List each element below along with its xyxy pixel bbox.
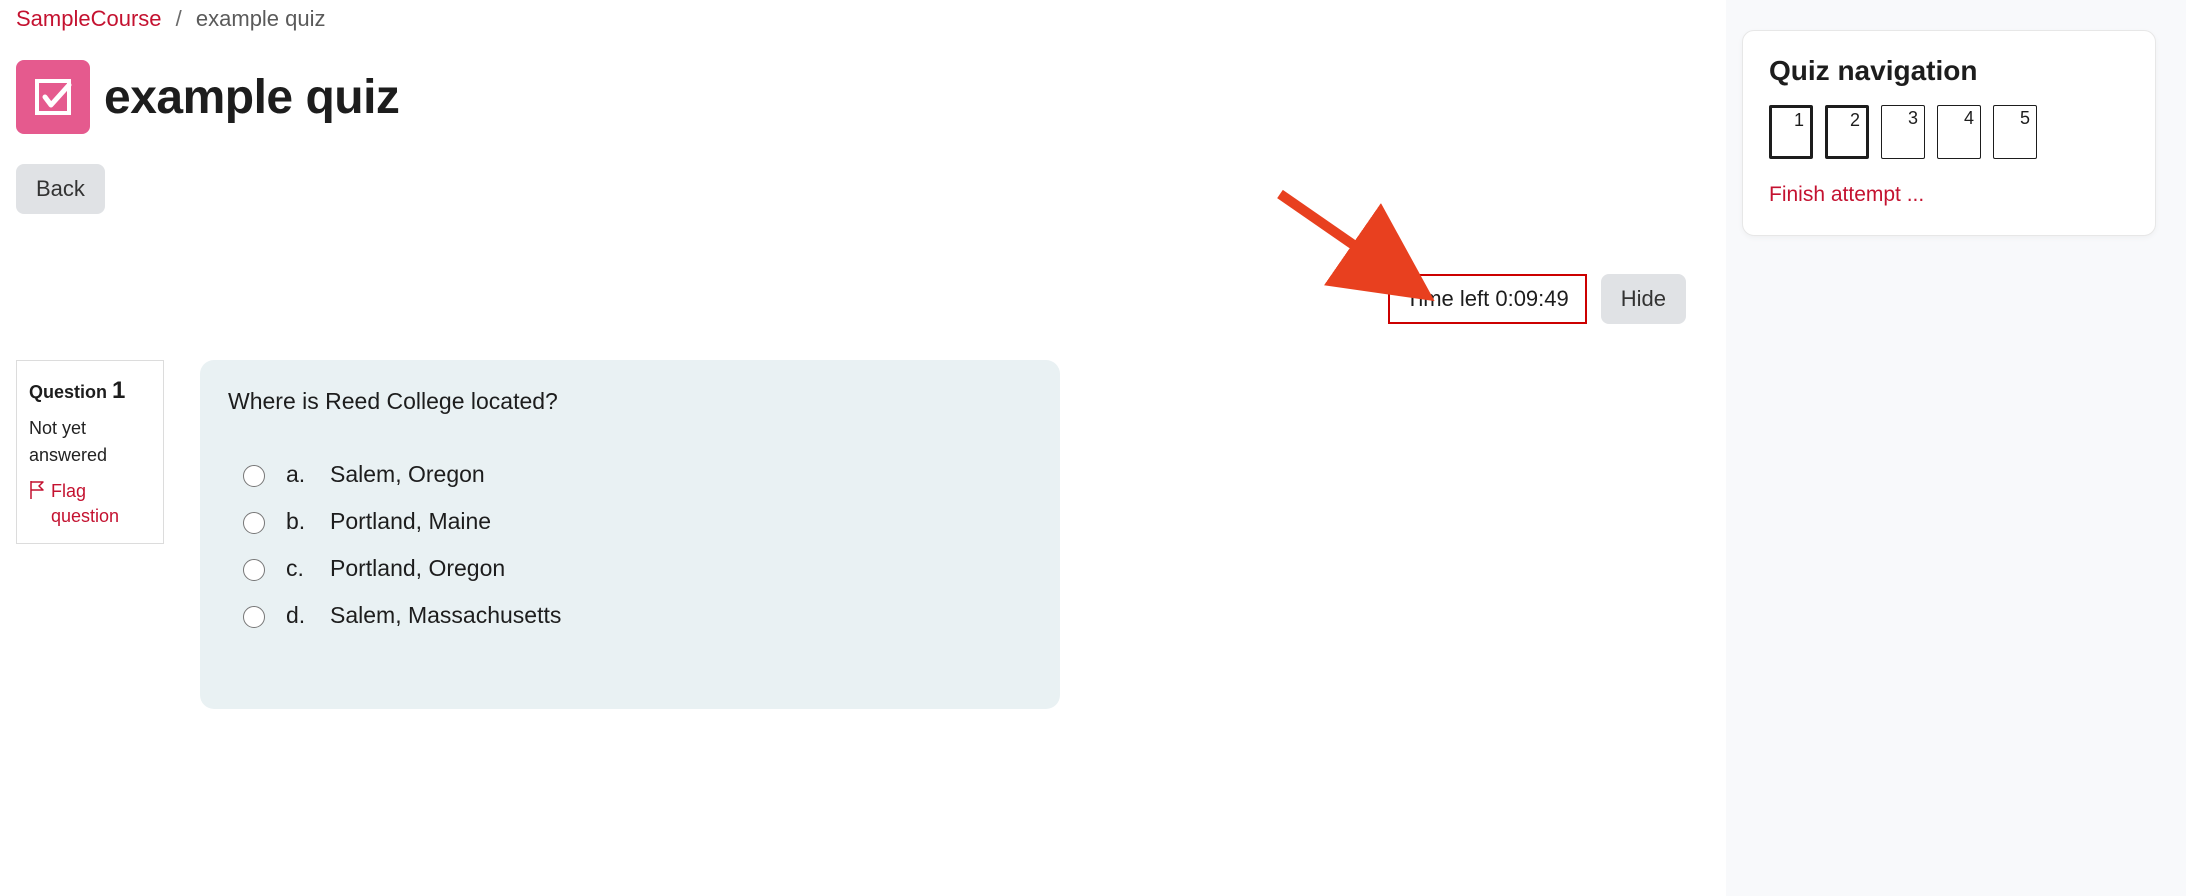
flag-icon bbox=[29, 481, 45, 499]
answer-text: Salem, Oregon bbox=[330, 461, 485, 488]
finish-attempt-link[interactable]: Finish attempt ... bbox=[1769, 183, 1924, 207]
hide-timer-button[interactable]: Hide bbox=[1601, 274, 1686, 324]
quiz-nav-button-1[interactable]: 1 bbox=[1769, 105, 1813, 159]
question-word: Question bbox=[29, 382, 107, 402]
answer-letter: a. bbox=[286, 461, 312, 488]
flag-question-label: Flag question bbox=[51, 479, 151, 529]
breadcrumb: SampleCourse / example quiz bbox=[16, 0, 1710, 42]
breadcrumb-course-link[interactable]: SampleCourse bbox=[16, 6, 162, 31]
answer-letter: b. bbox=[286, 508, 312, 535]
question-number: 1 bbox=[112, 377, 125, 404]
answer-radio-a[interactable] bbox=[243, 465, 265, 487]
quiz-nav-button-5[interactable]: 5 bbox=[1993, 105, 2037, 159]
answer-radio-d[interactable] bbox=[243, 606, 265, 628]
answer-option[interactable]: d. Salem, Massachusetts bbox=[228, 592, 1032, 639]
answer-radio-c[interactable] bbox=[243, 559, 265, 581]
question-info-box: Question 1 Not yet answered Flag questio… bbox=[16, 360, 164, 544]
question-text: Where is Reed College located? bbox=[228, 388, 1032, 415]
time-left-label: Time left 0:09:49 bbox=[1388, 274, 1587, 324]
quiz-nav-button-4[interactable]: 4 bbox=[1937, 105, 1981, 159]
quiz-navigation-title: Quiz navigation bbox=[1769, 55, 2129, 87]
back-button[interactable]: Back bbox=[16, 164, 105, 214]
answer-option[interactable]: a. Salem, Oregon bbox=[228, 451, 1032, 498]
answer-text: Portland, Maine bbox=[330, 508, 491, 535]
quiz-navigation-card: Quiz navigation 1 2 3 4 5 Finish attempt… bbox=[1742, 30, 2156, 236]
answer-text: Salem, Massachusetts bbox=[330, 602, 561, 629]
question-content: Where is Reed College located? a. Salem,… bbox=[200, 360, 1060, 709]
breadcrumb-separator: / bbox=[168, 6, 190, 31]
answer-radio-b[interactable] bbox=[243, 512, 265, 534]
answer-option[interactable]: b. Portland, Maine bbox=[228, 498, 1032, 545]
question-status: Not yet answered bbox=[29, 415, 151, 469]
quiz-icon bbox=[16, 60, 90, 134]
page-title: example quiz bbox=[104, 70, 399, 125]
quiz-nav-button-3[interactable]: 3 bbox=[1881, 105, 1925, 159]
answer-text: Portland, Oregon bbox=[330, 555, 505, 582]
answer-letter: d. bbox=[286, 602, 312, 629]
quiz-nav-button-2[interactable]: 2 bbox=[1825, 105, 1869, 159]
answer-option[interactable]: c. Portland, Oregon bbox=[228, 545, 1032, 592]
answer-letter: c. bbox=[286, 555, 312, 582]
flag-question-link[interactable]: Flag question bbox=[29, 479, 151, 529]
breadcrumb-current: example quiz bbox=[196, 6, 326, 31]
